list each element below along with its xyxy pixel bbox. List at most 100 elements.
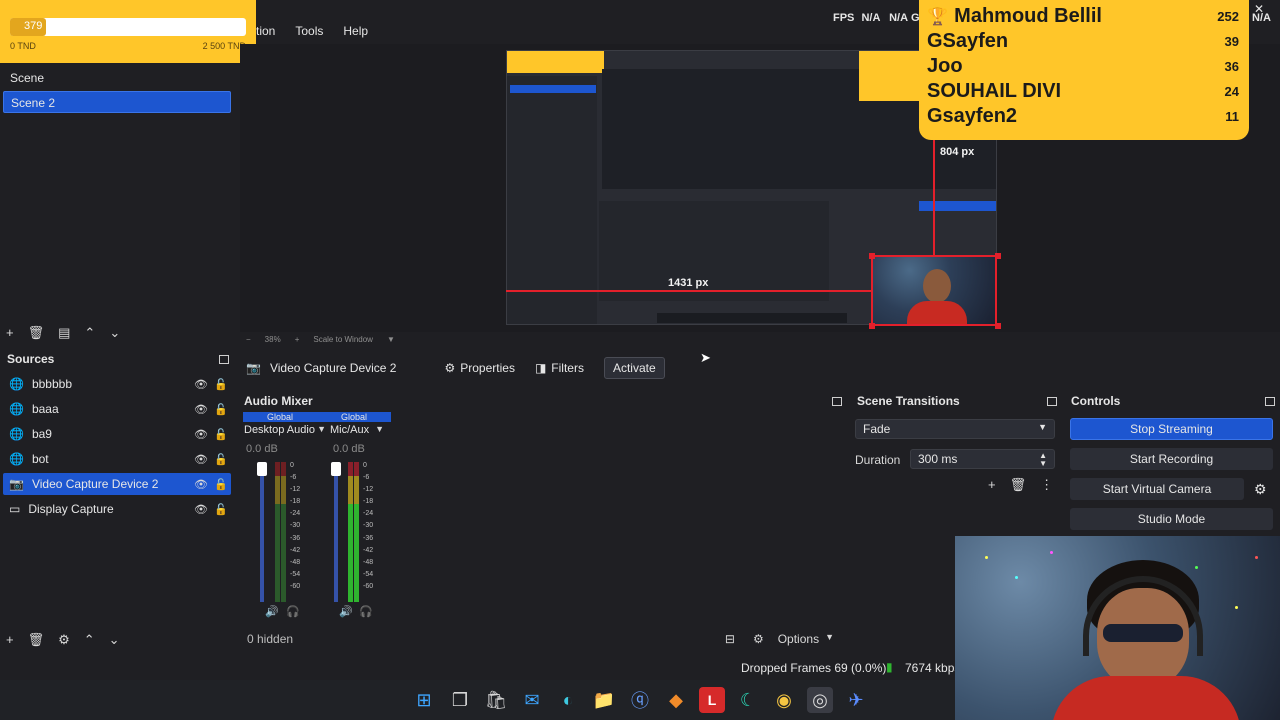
- add-icon[interactable]: +: [988, 478, 996, 491]
- resize-handle[interactable]: [995, 253, 1001, 259]
- sunglasses: [1103, 624, 1183, 642]
- active-source-name: Video Capture Device 2: [269, 361, 397, 375]
- filter-icon[interactable]: ▤: [58, 326, 70, 339]
- file-explorer-icon[interactable]: 📁: [591, 687, 617, 713]
- menu-item-transitions[interactable]: tion: [256, 24, 275, 38]
- layout-icon[interactable]: ⊟: [725, 632, 735, 646]
- zoom-in-icon[interactable]: +: [295, 335, 300, 344]
- headphones-icon[interactable]: 🎧: [359, 605, 373, 618]
- outlook-icon[interactable]: ✉: [519, 687, 545, 713]
- scale-tick: -18: [290, 498, 301, 506]
- gear-icon: ⚙: [444, 361, 456, 375]
- qbittorrent-icon[interactable]: ⓠ: [627, 687, 653, 713]
- chrome-icon[interactable]: ◉: [771, 687, 797, 713]
- selected-webcam-source[interactable]: [871, 255, 997, 326]
- scale-mode[interactable]: Scale to Window: [313, 335, 373, 344]
- properties-button[interactable]: ⚙ Properties: [438, 357, 520, 379]
- source-item[interactable]: 🌐 baaa 👁 🔓: [3, 398, 231, 420]
- app-l-icon[interactable]: L: [699, 687, 725, 713]
- fl-studio-icon[interactable]: ◆: [663, 687, 689, 713]
- source-item-selected[interactable]: 📷 Video Capture Device 2 👁 🔓: [3, 473, 231, 495]
- scale-tick: -42: [290, 546, 301, 554]
- app-blue-icon[interactable]: ✈: [843, 687, 869, 713]
- volume-slider-handle[interactable]: [257, 462, 267, 476]
- width-guide-line: [506, 290, 872, 292]
- float-dock-icon[interactable]: [1265, 396, 1275, 406]
- visibility-eye-icon[interactable]: 👁: [191, 478, 211, 491]
- resize-handle[interactable]: [869, 253, 875, 259]
- source-name: Video Capture Device 2: [31, 477, 159, 491]
- camera-icon: 📷: [246, 361, 261, 375]
- options-button[interactable]: Options ▼: [778, 632, 834, 646]
- float-dock-icon[interactable]: [219, 354, 229, 364]
- activate-button[interactable]: Activate: [603, 357, 665, 379]
- transition-select[interactable]: Fade ▼: [855, 419, 1055, 439]
- obs-icon[interactable]: ◎: [807, 687, 833, 713]
- app-c-icon[interactable]: ☾: [735, 687, 761, 713]
- add-icon[interactable]: +: [6, 326, 14, 339]
- lock-icon[interactable]: 🔓: [211, 503, 231, 516]
- trash-icon[interactable]: 🗑: [28, 326, 45, 339]
- lock-icon[interactable]: 🔓: [211, 428, 231, 441]
- source-item[interactable]: ▭ Display Capture 👁 🔓: [3, 498, 231, 520]
- gear-icon[interactable]: ⚙: [1254, 481, 1267, 498]
- gear-icon[interactable]: ⚙: [58, 633, 70, 646]
- windows-start-icon[interactable]: ⊞: [411, 687, 437, 713]
- chevron-down-icon[interactable]: ▼: [387, 335, 395, 344]
- close-icon[interactable]: ✕: [1254, 2, 1264, 16]
- channel-name-row[interactable]: Mic/Aux ▼: [330, 424, 384, 436]
- visibility-eye-icon[interactable]: 👁: [191, 428, 211, 441]
- scene-item-selected[interactable]: Scene 2: [3, 91, 231, 113]
- zoom-out-icon[interactable]: −: [246, 335, 251, 344]
- source-item[interactable]: 🌐 bot 👁 🔓: [3, 448, 231, 470]
- volume-slider-handle[interactable]: [331, 462, 341, 476]
- gear-icon[interactable]: ⚙: [753, 632, 764, 646]
- scene-item[interactable]: Scene: [3, 67, 231, 89]
- headphones-icon[interactable]: 🎧: [286, 605, 300, 618]
- edge-icon[interactable]: ◐: [555, 687, 581, 713]
- trash-icon[interactable]: 🗑: [1010, 478, 1027, 491]
- start-recording-button[interactable]: Start Recording: [1070, 448, 1273, 470]
- stop-streaming-button[interactable]: Stop Streaming: [1070, 418, 1273, 440]
- menu-item-help[interactable]: Help: [343, 24, 368, 38]
- fps-label: FPS: [833, 12, 855, 24]
- visibility-eye-icon[interactable]: 👁: [191, 453, 211, 466]
- duration-input[interactable]: 300 ms ▲ ▼: [910, 449, 1055, 469]
- float-dock-icon[interactable]: [832, 396, 842, 406]
- trash-icon[interactable]: 🗑: [28, 633, 45, 646]
- chevron-up-icon[interactable]: ⌃: [84, 326, 95, 339]
- menu-item-tools[interactable]: Tools: [295, 24, 323, 38]
- filters-button[interactable]: ◨ Filters: [529, 357, 590, 379]
- lock-icon[interactable]: 🔓: [211, 378, 231, 391]
- visibility-eye-icon[interactable]: 👁: [191, 503, 211, 516]
- leaderboard-score: 36: [1224, 59, 1239, 74]
- resize-handle[interactable]: [869, 323, 875, 329]
- spinner-icon[interactable]: ▲ ▼: [1039, 452, 1047, 468]
- channel-name-row[interactable]: Desktop Audio ▼: [244, 424, 326, 436]
- visibility-eye-icon[interactable]: 👁: [191, 378, 211, 391]
- float-dock-icon[interactable]: [1047, 396, 1057, 406]
- chevron-up-icon[interactable]: ⌃: [84, 633, 95, 646]
- preview-zoom-bar: − 38% + Scale to Window ▼: [240, 332, 1280, 346]
- resize-handle[interactable]: [995, 323, 1001, 329]
- filters-label: Filters: [551, 361, 584, 375]
- source-item[interactable]: 🌐 ba9 👁 🔓: [3, 423, 231, 445]
- task-view-icon[interactable]: ❐: [447, 687, 473, 713]
- studio-mode-button[interactable]: Studio Mode: [1070, 508, 1273, 530]
- start-virtual-camera-button[interactable]: Start Virtual Camera: [1070, 478, 1244, 500]
- lock-icon[interactable]: 🔓: [211, 478, 231, 491]
- more-icon[interactable]: ⋮: [1040, 478, 1053, 491]
- speaker-icon[interactable]: 🔊: [339, 605, 353, 618]
- hidden-count: 0 hidden: [247, 632, 294, 646]
- speaker-icon[interactable]: 🔊: [265, 605, 279, 618]
- lock-icon[interactable]: 🔓: [211, 403, 231, 416]
- lock-icon[interactable]: 🔓: [211, 453, 231, 466]
- nested-mixer: [599, 201, 829, 301]
- visibility-eye-icon[interactable]: 👁: [191, 403, 211, 416]
- leaderboard-row-label: 🏆 Mahmoud Bellil: [927, 5, 1102, 28]
- chevron-down-icon[interactable]: ⌄: [109, 633, 120, 646]
- source-item[interactable]: 🌐 bbbbbb 👁 🔓: [3, 373, 231, 395]
- chevron-down-icon[interactable]: ⌄: [109, 326, 120, 339]
- add-icon[interactable]: +: [6, 633, 14, 646]
- store-icon[interactable]: 🛍: [483, 687, 509, 713]
